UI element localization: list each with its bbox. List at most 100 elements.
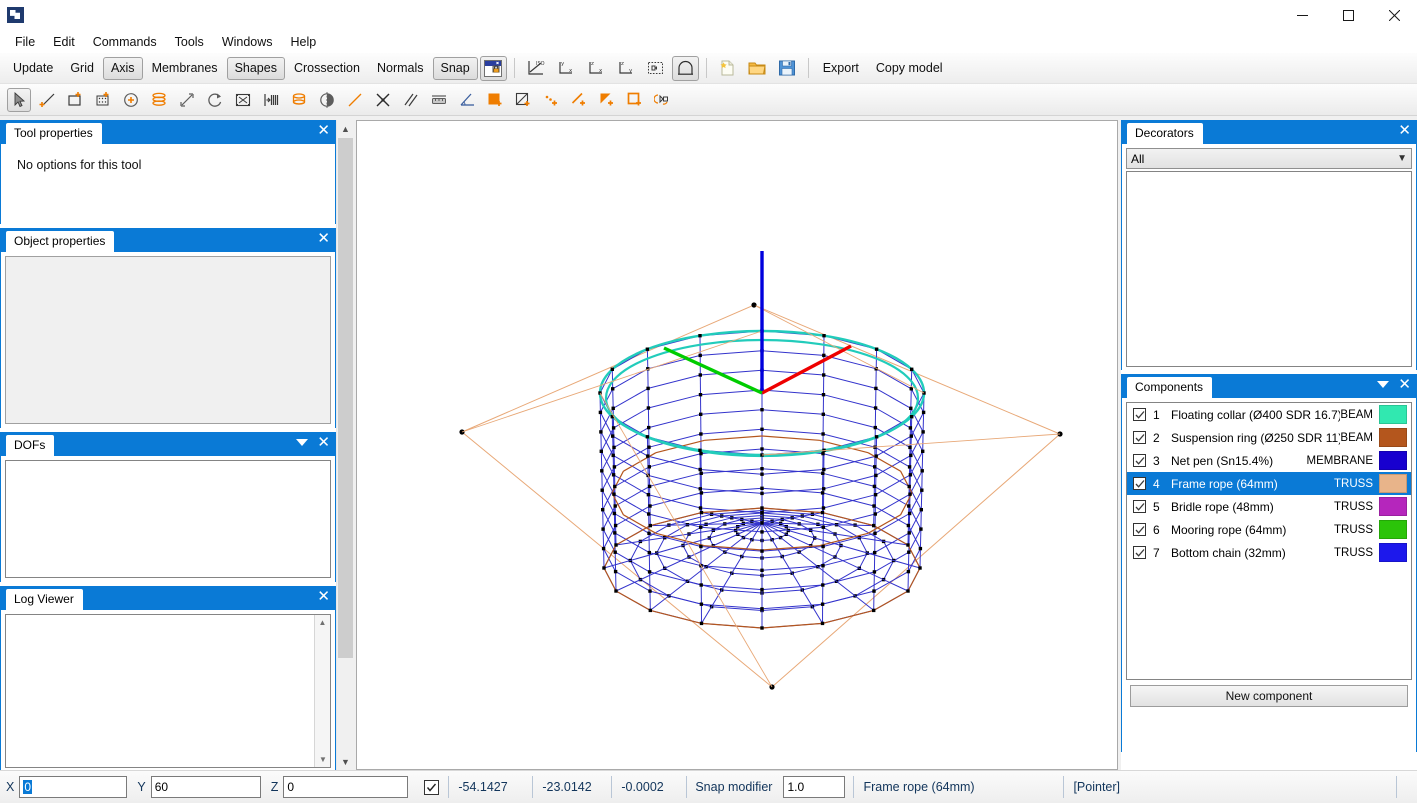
- move-icon[interactable]: [231, 88, 255, 112]
- component-visibility-checkbox[interactable]: [1133, 546, 1146, 559]
- angle-icon[interactable]: [455, 88, 479, 112]
- intersect-icon[interactable]: [371, 88, 395, 112]
- parallel-icon[interactable]: [399, 88, 423, 112]
- y-coord-input[interactable]: 60: [150, 776, 261, 798]
- component-row[interactable]: 3 Net pen (Sn15.4%) MEMBRANE: [1127, 449, 1411, 472]
- chevron-down-icon[interactable]: [296, 439, 309, 446]
- chevron-down-icon[interactable]: ▼: [1397, 153, 1407, 164]
- component-color-swatch[interactable]: [1379, 497, 1407, 516]
- component-color-swatch[interactable]: [1379, 451, 1407, 470]
- toolbar-axis-button[interactable]: Axis: [102, 56, 143, 80]
- chevron-down-icon[interactable]: [1377, 381, 1390, 388]
- chevron-down-icon[interactable]: ▼: [315, 752, 331, 767]
- rotate-icon[interactable]: [203, 88, 227, 112]
- dofs-list[interactable]: [5, 460, 331, 578]
- open-folder-icon[interactable]: [744, 56, 771, 81]
- menu-help[interactable]: Help: [282, 32, 326, 52]
- extrude-cylinder-icon[interactable]: [287, 88, 311, 112]
- menu-file[interactable]: File: [6, 32, 44, 52]
- dofs-tab[interactable]: DOFs: [6, 435, 55, 456]
- component-color-swatch[interactable]: [1379, 474, 1407, 493]
- model-viewport-3d[interactable]: [356, 120, 1118, 770]
- add-line-icon[interactable]: [35, 88, 59, 112]
- chevron-up-icon[interactable]: ▲: [315, 615, 330, 630]
- add-diagonal-icon[interactable]: [511, 88, 535, 112]
- toolbar-shapes-button[interactable]: Shapes: [226, 56, 285, 80]
- add-edge-icon[interactable]: [567, 88, 591, 112]
- scale-icon[interactable]: [175, 88, 199, 112]
- new-file-icon[interactable]: [714, 56, 741, 81]
- toolbar-update-button[interactable]: Update: [5, 57, 61, 80]
- model-canvas[interactable]: [357, 121, 1117, 769]
- toolbar-membranes-button[interactable]: Membranes: [144, 57, 226, 80]
- add-circle-icon[interactable]: [119, 88, 143, 112]
- object-properties-tab[interactable]: Object properties: [6, 231, 115, 252]
- component-visibility-checkbox[interactable]: [1133, 477, 1146, 490]
- add-mesh-icon[interactable]: [91, 88, 115, 112]
- component-color-swatch[interactable]: [1379, 520, 1407, 539]
- component-visibility-checkbox[interactable]: [1133, 500, 1146, 513]
- toolbar-crossection-button[interactable]: Crossection: [286, 57, 368, 80]
- toolbar-grid-button[interactable]: Grid: [62, 57, 102, 80]
- component-color-swatch[interactable]: [1379, 405, 1407, 424]
- decorators-filter-select[interactable]: All ▼: [1126, 148, 1412, 169]
- close-icon[interactable]: ✕: [317, 589, 330, 604]
- component-row[interactable]: 7 Bottom chain (32mm) TRUSS: [1127, 541, 1411, 564]
- z-coord-input[interactable]: 0: [283, 776, 409, 798]
- add-square-icon[interactable]: [623, 88, 647, 112]
- save-disk-icon[interactable]: [774, 56, 801, 81]
- tool-properties-tab[interactable]: Tool properties: [6, 123, 102, 144]
- minimize-button[interactable]: [1279, 0, 1325, 30]
- menu-tools[interactable]: Tools: [166, 32, 213, 52]
- add-point-icon[interactable]: [539, 88, 563, 112]
- component-visibility-checkbox[interactable]: [1133, 431, 1146, 444]
- snap-modifier-input[interactable]: 1.0: [783, 776, 846, 798]
- menu-edit[interactable]: Edit: [44, 32, 84, 52]
- add-rectangle-icon[interactable]: [63, 88, 87, 112]
- add-cylinder-icon[interactable]: [147, 88, 171, 112]
- component-visibility-checkbox[interactable]: [1133, 408, 1146, 421]
- zx-plane-view-icon[interactable]: z x: [582, 56, 609, 81]
- line-segment-icon[interactable]: [343, 88, 367, 112]
- close-icon[interactable]: ✕: [1398, 123, 1411, 138]
- new-component-button[interactable]: New component: [1130, 685, 1408, 707]
- object-properties-grid[interactable]: [5, 256, 331, 424]
- component-color-swatch[interactable]: [1379, 428, 1407, 447]
- close-button[interactable]: [1371, 0, 1417, 30]
- add-triangle-icon[interactable]: [595, 88, 619, 112]
- x-coord-input[interactable]: 0: [19, 776, 128, 798]
- mirror-copy-icon[interactable]: [651, 88, 675, 112]
- decorators-list[interactable]: [1126, 171, 1412, 367]
- left-dock-scrollbar[interactable]: ▲ ▼: [336, 120, 353, 770]
- close-icon[interactable]: ✕: [317, 435, 330, 450]
- close-icon[interactable]: ✕: [1398, 377, 1411, 392]
- close-icon[interactable]: ✕: [317, 231, 330, 246]
- iso-view-icon[interactable]: ISO: [522, 56, 549, 81]
- component-visibility-checkbox[interactable]: [1133, 523, 1146, 536]
- log-viewer-text[interactable]: ▲ ▼: [5, 614, 331, 768]
- toolbar-snap-button[interactable]: Snap: [432, 56, 478, 80]
- chevron-down-icon[interactable]: ▼: [337, 753, 354, 770]
- component-row[interactable]: 4 Frame rope (64mm) TRUSS: [1127, 472, 1411, 495]
- component-color-swatch[interactable]: [1379, 543, 1407, 562]
- zoom-extents-icon[interactable]: [642, 56, 669, 81]
- zy-plane-view-icon[interactable]: z y: [612, 56, 639, 81]
- shape-arch-icon[interactable]: [671, 55, 699, 81]
- add-surface-icon[interactable]: [483, 88, 507, 112]
- components-list[interactable]: 1 Floating collar (Ø400 SDR 16.7) BEAM 2 Sus…: [1126, 402, 1412, 680]
- chevron-up-icon[interactable]: ▲: [337, 120, 354, 137]
- export-button[interactable]: Export: [815, 57, 867, 80]
- component-row[interactable]: 6 Mooring rope (64mm) TRUSS: [1127, 518, 1411, 541]
- mirror-icon[interactable]: [315, 88, 339, 112]
- pointer-select-icon[interactable]: [7, 87, 31, 112]
- component-row[interactable]: 2 Suspension ring (Ø250 SDR 11) BEAM: [1127, 426, 1411, 449]
- toolbar-normals-button[interactable]: Normals: [369, 57, 432, 80]
- log-viewer-tab[interactable]: Log Viewer: [6, 589, 83, 610]
- component-row[interactable]: 1 Floating collar (Ø400 SDR 16.7) BEAM: [1127, 403, 1411, 426]
- decorators-tab[interactable]: Decorators: [1127, 123, 1203, 144]
- components-tab[interactable]: Components: [1127, 377, 1213, 398]
- maximize-button[interactable]: [1325, 0, 1371, 30]
- component-visibility-checkbox[interactable]: [1133, 454, 1146, 467]
- component-row[interactable]: 5 Bridle rope (48mm) TRUSS: [1127, 495, 1411, 518]
- menu-commands[interactable]: Commands: [84, 32, 166, 52]
